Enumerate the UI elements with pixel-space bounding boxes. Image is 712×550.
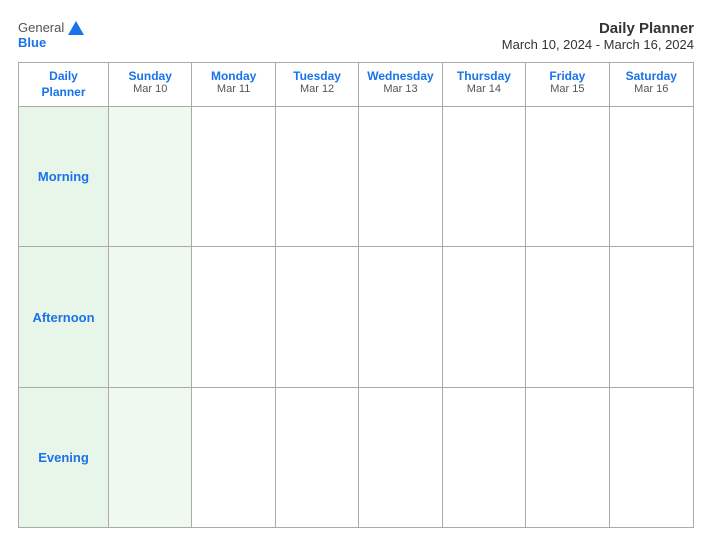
afternoon-wednesday[interactable] — [359, 247, 442, 386]
afternoon-sunday[interactable] — [109, 247, 192, 386]
evening-sunday[interactable] — [109, 388, 192, 527]
evening-friday[interactable] — [526, 388, 609, 527]
thursday-date: Mar 14 — [447, 83, 521, 95]
afternoon-row: Afternoon — [19, 247, 693, 387]
morning-tuesday[interactable] — [276, 107, 359, 246]
morning-thursday[interactable] — [443, 107, 526, 246]
calendar-grid: Daily Planner Sunday Mar 10 Monday Mar 1… — [18, 62, 694, 528]
afternoon-thursday[interactable] — [443, 247, 526, 386]
afternoon-tuesday[interactable] — [276, 247, 359, 386]
planner-title: Daily Planner — [502, 20, 694, 37]
friday-date: Mar 15 — [530, 83, 604, 95]
thursday-name: Thursday — [447, 69, 521, 83]
header-daily: Daily — [49, 69, 78, 85]
header-info: Daily Planner March 10, 2024 - March 16,… — [502, 20, 694, 52]
evening-saturday[interactable] — [610, 388, 693, 527]
header-monday: Monday Mar 11 — [192, 63, 275, 107]
morning-wednesday[interactable] — [359, 107, 442, 246]
planner-page: General Blue Daily Planner March 10, 202… — [6, 10, 706, 540]
morning-sunday[interactable] — [109, 107, 192, 246]
evening-label: Evening — [19, 388, 109, 527]
header-friday: Friday Mar 15 — [526, 63, 609, 107]
evening-row: Evening — [19, 388, 693, 527]
saturday-name: Saturday — [614, 69, 689, 83]
header-sunday: Sunday Mar 10 — [109, 63, 192, 107]
sunday-date: Mar 10 — [113, 83, 187, 95]
afternoon-saturday[interactable] — [610, 247, 693, 386]
tuesday-name: Tuesday — [280, 69, 354, 83]
logo: General Blue — [18, 20, 84, 50]
wednesday-date: Mar 13 — [363, 83, 437, 95]
afternoon-label: Afternoon — [19, 247, 109, 386]
header: General Blue Daily Planner March 10, 202… — [18, 20, 694, 52]
saturday-date: Mar 16 — [614, 83, 689, 95]
planner-date-range: March 10, 2024 - March 16, 2024 — [502, 37, 694, 52]
monday-name: Monday — [196, 69, 270, 83]
friday-name: Friday — [530, 69, 604, 83]
morning-label: Morning — [19, 107, 109, 246]
afternoon-friday[interactable] — [526, 247, 609, 386]
morning-row: Morning — [19, 107, 693, 247]
logo-general: General — [18, 20, 64, 35]
header-tuesday: Tuesday Mar 12 — [276, 63, 359, 107]
wednesday-name: Wednesday — [363, 69, 437, 83]
calendar-body: Morning Afternoon Evening — [19, 107, 693, 527]
header-label-cell: Daily Planner — [19, 63, 109, 107]
morning-monday[interactable] — [192, 107, 275, 246]
morning-friday[interactable] — [526, 107, 609, 246]
sunday-name: Sunday — [113, 69, 187, 83]
tuesday-date: Mar 12 — [280, 83, 354, 95]
header-thursday: Thursday Mar 14 — [443, 63, 526, 107]
calendar-header-row: Daily Planner Sunday Mar 10 Monday Mar 1… — [19, 63, 693, 107]
monday-date: Mar 11 — [196, 83, 270, 95]
header-wednesday: Wednesday Mar 13 — [359, 63, 442, 107]
evening-tuesday[interactable] — [276, 388, 359, 527]
header-planner: Planner — [41, 85, 85, 101]
evening-thursday[interactable] — [443, 388, 526, 527]
evening-wednesday[interactable] — [359, 388, 442, 527]
logo-blue: Blue — [18, 35, 46, 50]
morning-saturday[interactable] — [610, 107, 693, 246]
logo-triangle-icon — [68, 21, 84, 35]
afternoon-monday[interactable] — [192, 247, 275, 386]
header-saturday: Saturday Mar 16 — [610, 63, 693, 107]
evening-monday[interactable] — [192, 388, 275, 527]
